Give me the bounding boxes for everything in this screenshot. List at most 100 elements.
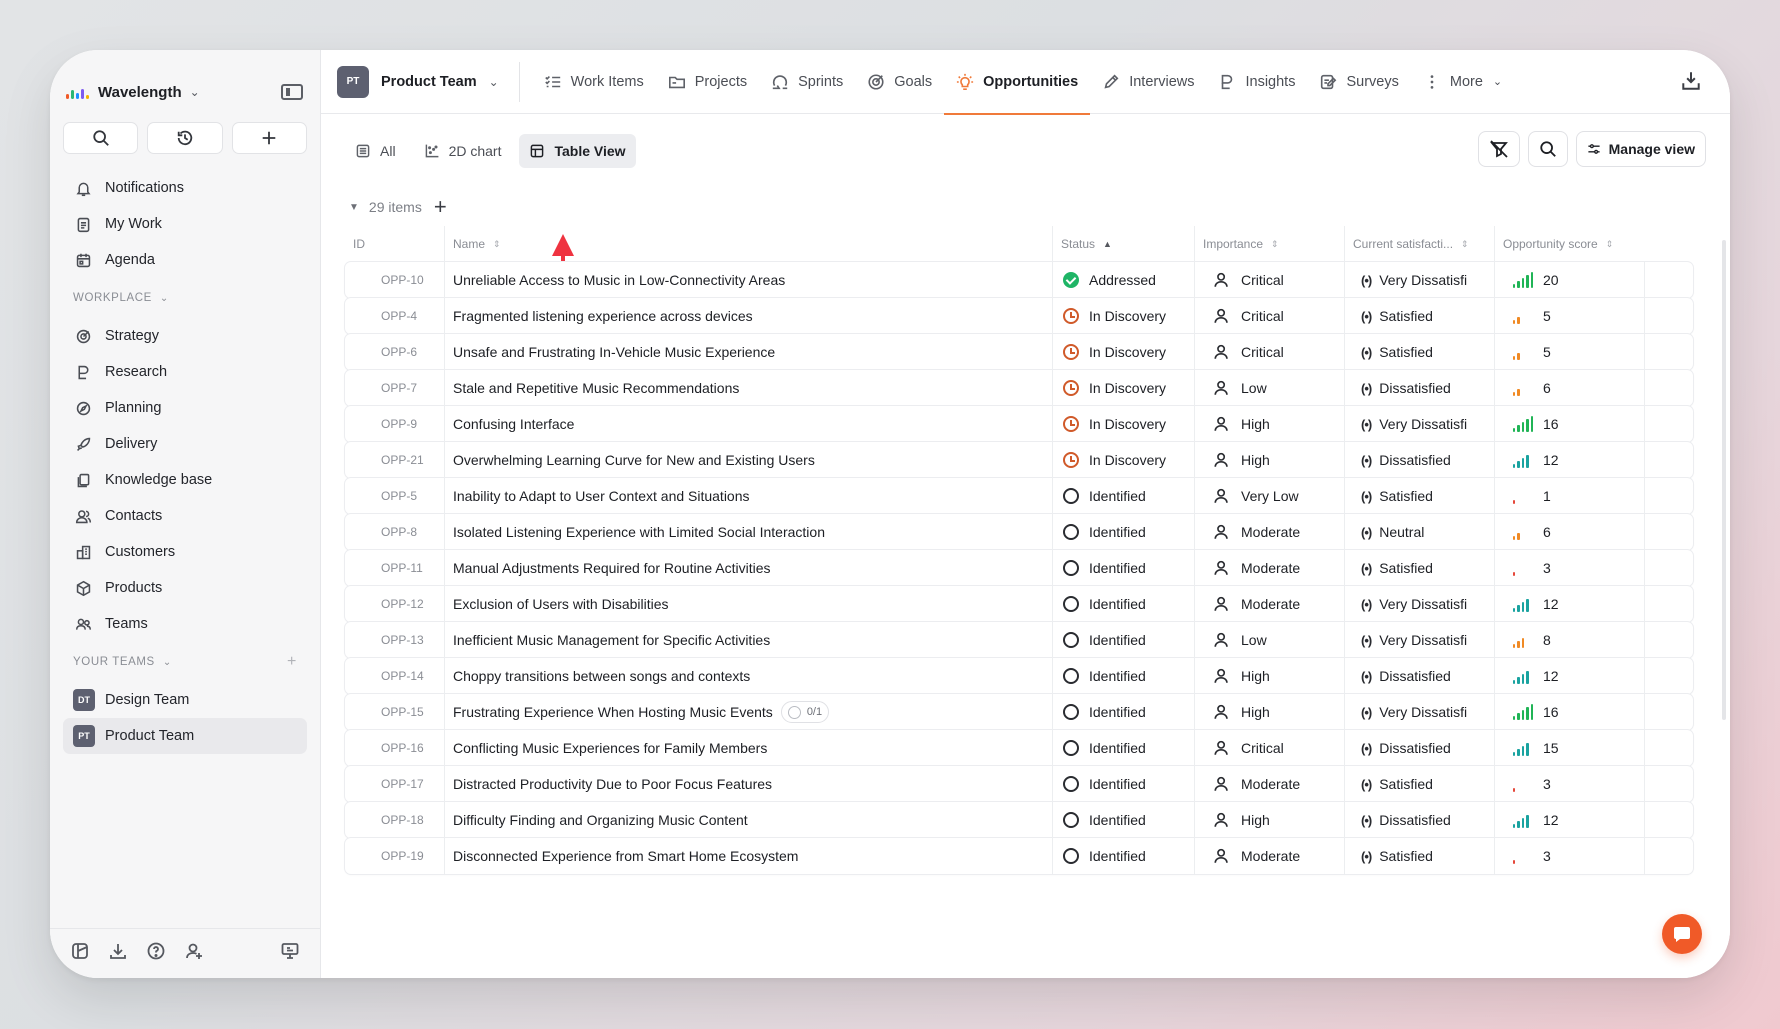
tab-more[interactable]: More ⌄	[1411, 50, 1514, 114]
tab-projects[interactable]: Projects	[656, 50, 759, 114]
sidebar-toggle-icon[interactable]	[281, 84, 303, 100]
column-header-status[interactable]: Status ▲	[1053, 226, 1195, 262]
cell-importance[interactable]: High	[1195, 406, 1345, 442]
cell-status[interactable]: Identified	[1053, 550, 1195, 586]
cell-satisfaction[interactable]: (•) Dissatisfied	[1345, 802, 1495, 838]
layout-icon[interactable]	[70, 941, 90, 966]
cell-satisfaction[interactable]: (•) Satisfied	[1345, 838, 1495, 874]
table-row[interactable]: OPP-7 Stale and Repetitive Music Recommen…	[345, 370, 1693, 406]
column-header-opportunity-score[interactable]: Opportunity score ⇕	[1495, 226, 1645, 262]
sidebar-item-research[interactable]: Research	[63, 354, 307, 390]
cell-name[interactable]: Unreliable Access to Music in Low-Connec…	[445, 262, 1053, 298]
cell-status[interactable]: Identified	[1053, 730, 1195, 766]
cell-importance[interactable]: Moderate	[1195, 838, 1345, 874]
workspace-switcher[interactable]: Wavelength ⌄	[63, 72, 307, 112]
column-header-importance[interactable]: Importance ⇕	[1195, 226, 1345, 262]
your-teams-section-label[interactable]: YOUR TEAMS ⌄ +	[63, 642, 307, 682]
table-row[interactable]: OPP-14 Choppy transitions between songs a…	[345, 658, 1693, 694]
view-tab-all[interactable]: All	[345, 134, 406, 168]
cell-status[interactable]: Identified	[1053, 694, 1195, 730]
opportunity-name[interactable]: Disconnected Experience from Smart Home …	[453, 848, 798, 864]
cell-importance[interactable]: Moderate	[1195, 514, 1345, 550]
opportunity-name[interactable]: Isolated Listening Experience with Limit…	[453, 524, 825, 540]
cell-satisfaction[interactable]: (•) Very Dissatisfi	[1345, 622, 1495, 658]
table-row[interactable]: OPP-6 Unsafe and Frustrating In-Vehicle M…	[345, 334, 1693, 370]
cell-importance[interactable]: Low	[1195, 370, 1345, 406]
cell-status[interactable]: In Discovery	[1053, 370, 1195, 406]
cell-name[interactable]: Frustrating Experience When Hosting Musi…	[445, 694, 1053, 730]
search-table-button[interactable]	[1527, 131, 1568, 167]
table-row[interactable]: OPP-12 Exclusion of Users with Disabiliti…	[345, 586, 1693, 622]
help-icon[interactable]	[146, 941, 166, 966]
desktop-app-icon[interactable]	[280, 941, 300, 966]
cell-name[interactable]: Exclusion of Users with Disabilities	[445, 586, 1053, 622]
cell-status[interactable]: Identified	[1053, 514, 1195, 550]
opportunity-name[interactable]: Confusing Interface	[453, 416, 574, 432]
cell-status[interactable]: Identified	[1053, 478, 1195, 514]
cell-importance[interactable]: High	[1195, 694, 1345, 730]
sidebar-item-teams[interactable]: Teams	[63, 606, 307, 642]
history-button[interactable]	[147, 122, 223, 154]
column-header-satisfaction[interactable]: Current satisfacti... ⇕	[1345, 226, 1495, 262]
cell-importance[interactable]: Very Low	[1195, 478, 1345, 514]
cell-name[interactable]: Manual Adjustments Required for Routine …	[445, 550, 1053, 586]
cell-status[interactable]: Identified	[1053, 838, 1195, 874]
cell-name[interactable]: Difficulty Finding and Organizing Music …	[445, 802, 1053, 838]
opportunity-name[interactable]: Stale and Repetitive Music Recommendatio…	[453, 380, 739, 396]
cell-satisfaction[interactable]: (•) Very Dissatisfi	[1345, 694, 1495, 730]
table-row[interactable]: OPP-16 Conflicting Music Experiences for …	[345, 730, 1693, 766]
cell-importance[interactable]: Critical	[1195, 334, 1345, 370]
cell-name[interactable]: Disconnected Experience from Smart Home …	[445, 838, 1053, 874]
cell-name[interactable]: Inefficient Music Management for Specifi…	[445, 622, 1053, 658]
cell-name[interactable]: Overwhelming Learning Curve for New and …	[445, 442, 1053, 478]
table-row[interactable]: OPP-5 Inability to Adapt to User Context …	[345, 478, 1693, 514]
table-row[interactable]: OPP-18 Difficulty Finding and Organizing …	[345, 802, 1693, 838]
create-button[interactable]	[231, 122, 307, 154]
chat-support-button[interactable]	[1662, 914, 1702, 954]
cell-status[interactable]: Identified	[1053, 658, 1195, 694]
opportunity-name[interactable]: Overwhelming Learning Curve for New and …	[453, 452, 815, 468]
table-row[interactable]: OPP-10 Unreliable Access to Music in Low-…	[345, 262, 1693, 298]
cell-importance[interactable]: Critical	[1195, 262, 1345, 298]
sidebar-item-strategy[interactable]: Strategy	[63, 318, 307, 354]
cell-satisfaction[interactable]: (•) Dissatisfied	[1345, 658, 1495, 694]
invite-user-icon[interactable]	[184, 941, 204, 966]
column-header-id[interactable]: ID	[345, 226, 445, 262]
cell-status[interactable]: In Discovery	[1053, 298, 1195, 334]
cell-status[interactable]: Addressed	[1053, 262, 1195, 298]
cell-importance[interactable]: Moderate	[1195, 766, 1345, 802]
cell-satisfaction[interactable]: (•) Satisfied	[1345, 766, 1495, 802]
filter-toggle-button[interactable]	[1477, 131, 1520, 167]
scrollbar[interactable]	[1722, 240, 1726, 720]
sidebar-item-knowledge-base[interactable]: Knowledge base	[63, 462, 307, 498]
opportunity-name[interactable]: Manual Adjustments Required for Routine …	[453, 560, 771, 576]
cell-satisfaction[interactable]: (•) Satisfied	[1345, 298, 1495, 334]
export-button[interactable]	[1680, 70, 1702, 97]
sidebar-item-customers[interactable]: Customers	[63, 534, 307, 570]
column-header-name[interactable]: Name ⇕	[445, 226, 1053, 262]
cell-status[interactable]: Identified	[1053, 766, 1195, 802]
cell-satisfaction[interactable]: (•) Neutral	[1345, 514, 1495, 550]
table-row[interactable]: OPP-17 Distracted Productivity Due to Poo…	[345, 766, 1693, 802]
opportunity-name[interactable]: Frustrating Experience When Hosting Musi…	[453, 704, 773, 720]
cell-name[interactable]: Conflicting Music Experiences for Family…	[445, 730, 1053, 766]
cell-satisfaction[interactable]: (•) Satisfied	[1345, 478, 1495, 514]
opportunity-name[interactable]: Inefficient Music Management for Specifi…	[453, 632, 770, 648]
manage-view-button[interactable]: Manage view	[1575, 131, 1706, 167]
opportunity-name[interactable]: Distracted Productivity Due to Poor Focu…	[453, 776, 772, 792]
cell-importance[interactable]: High	[1195, 442, 1345, 478]
cell-satisfaction[interactable]: (•) Dissatisfied	[1345, 730, 1495, 766]
cell-name[interactable]: Fragmented listening experience across d…	[445, 298, 1053, 334]
cell-name[interactable]: Inability to Adapt to User Context and S…	[445, 478, 1053, 514]
opportunity-name[interactable]: Unreliable Access to Music in Low-Connec…	[453, 272, 785, 288]
table-row[interactable]: OPP-9 Confusing Interface In Discovery High…	[345, 406, 1693, 442]
sidebar-item-design-team[interactable]: DT Design Team	[63, 682, 307, 718]
cell-importance[interactable]: Critical	[1195, 730, 1345, 766]
opportunity-name[interactable]: Difficulty Finding and Organizing Music …	[453, 812, 748, 828]
sidebar-item-contacts[interactable]: Contacts	[63, 498, 307, 534]
tab-surveys[interactable]: Surveys	[1307, 50, 1410, 114]
cell-status[interactable]: In Discovery	[1053, 442, 1195, 478]
cell-satisfaction[interactable]: (•) Very Dissatisfi	[1345, 406, 1495, 442]
opportunity-name[interactable]: Choppy transitions between songs and con…	[453, 668, 750, 684]
view-tab-2d-chart[interactable]: 2D chart	[414, 134, 512, 168]
